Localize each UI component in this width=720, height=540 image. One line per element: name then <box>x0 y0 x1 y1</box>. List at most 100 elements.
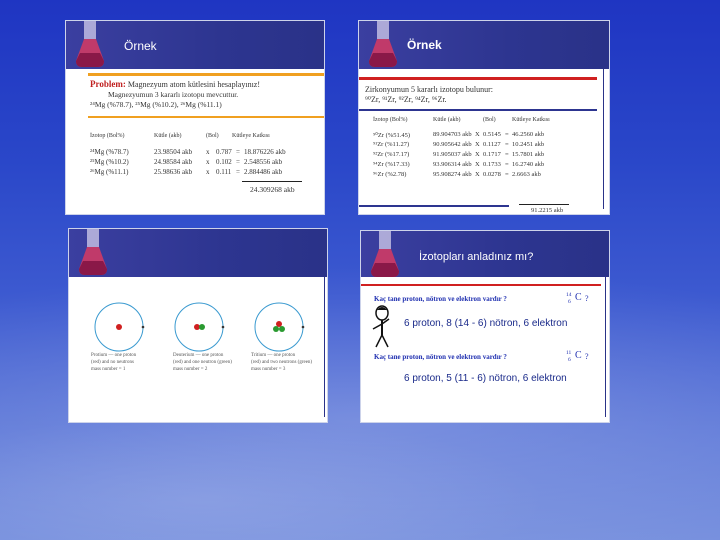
protium-atom <box>94 302 145 352</box>
deuterium-atom <box>174 302 225 352</box>
row-contribution: 46.2560 akb <box>512 131 545 138</box>
accent-line-red <box>361 284 601 286</box>
row-abundance: 0.102 <box>216 158 232 166</box>
question-mark: ? <box>585 352 589 361</box>
side-rule <box>605 277 606 417</box>
row-eq: = <box>236 168 240 176</box>
row-contribution: 18.876226 akb <box>244 148 286 156</box>
total-value: 91.2215 akb <box>531 207 564 214</box>
row-isotope: ⁹¹Zr (%11.27) <box>373 141 410 148</box>
sum-rule <box>519 204 569 205</box>
row-mass: 25.98636 akb <box>154 168 193 176</box>
caption-line: Tritium — one proton <box>251 353 296 358</box>
row-contribution: 2.6663 akb <box>512 171 541 178</box>
slide-thumbnail-4[interactable]: İzotopları anladınız mı? Kaç tane proton… <box>360 230 610 423</box>
flask-icon <box>79 229 107 275</box>
table-header-abundance: (Bol) <box>483 117 496 123</box>
problem-line-2: Magnezyumun 3 kararlı izotopu mevcuttur. <box>108 90 239 99</box>
atomic-number: 6 <box>568 357 571 363</box>
table-header-isotope: İzotop (Bol%) <box>90 133 125 139</box>
row-mass: 95.908274 akb <box>433 171 472 178</box>
row-op: x <box>206 168 210 176</box>
row-isotope: ²⁴Mg (%78.7) <box>90 148 129 156</box>
row-abundance: 0.5145 <box>483 131 501 138</box>
flask-icon <box>369 21 397 67</box>
table-header-isotope: İzotop (Bol%) <box>373 117 408 123</box>
row-abundance: 0.1127 <box>483 141 501 148</box>
slide-header <box>69 229 327 277</box>
row-abundance: 0.111 <box>216 168 232 176</box>
accent-line-2 <box>88 116 324 118</box>
row-contribution: 2.548556 akb <box>244 158 283 166</box>
accent-line-blue <box>359 109 597 111</box>
caption-line: mass number = 3 <box>251 367 286 372</box>
slide-thumbnail-2[interactable]: Örnek Zirkonyumun 5 kararlı izotopu bulu… <box>358 20 610 215</box>
row-contribution: 16.2740 akb <box>512 161 545 168</box>
row-op: X <box>475 141 480 148</box>
accent-line <box>88 73 324 76</box>
row-mass: 24.98584 akb <box>154 158 193 166</box>
slide-thumbnail-1[interactable]: Örnek Problem: Magnezyum atom kütlesini … <box>65 20 325 215</box>
row-abundance: 0.0278 <box>483 171 501 178</box>
row-eq: = <box>505 141 509 148</box>
row-eq: = <box>505 171 509 178</box>
caption-line: Protium — one proton <box>91 353 137 358</box>
row-abundance: 0.1733 <box>483 161 501 168</box>
row-mass: 89.904703 akb <box>433 131 472 138</box>
row-contribution: 15.7801 akb <box>512 151 545 158</box>
sum-rule <box>242 181 302 182</box>
caption-line: mass number = 1 <box>91 367 126 372</box>
problem-text: Magnezyum atom kütlesini hesaplayınız! <box>127 80 261 89</box>
row-eq: = <box>236 158 240 166</box>
row-op: X <box>475 171 480 178</box>
total-value: 24.309268 akb <box>250 185 295 194</box>
row-isotope: ²⁶Mg (%11.1) <box>90 168 129 176</box>
table-header-contribution: Kütleye Katkısı <box>232 133 270 139</box>
caption-line: (red) and one neutron (green) <box>173 360 232 365</box>
caption-line: (red) and no neutrons <box>91 360 134 365</box>
row-op: X <box>475 131 480 138</box>
question-1: Kaç tane proton, nötron ve elektron vard… <box>374 295 507 303</box>
problem-line-3: ²⁴Mg (%78.7), ²⁵Mg (%10.2), ²⁶Mg (%11.1) <box>90 100 222 109</box>
table-header-mass: Kütle (akb) <box>154 133 182 139</box>
row-op: x <box>206 158 210 166</box>
row-op: X <box>475 151 480 158</box>
table-header-abundance: (Bol) <box>206 133 219 139</box>
side-rule <box>603 69 604 209</box>
row-contribution: 2.884486 akb <box>244 168 283 176</box>
thinking-person-icon <box>372 305 390 348</box>
mass-number: 14 <box>566 292 572 298</box>
row-isotope: ⁹⁰Zr (%51.45) <box>373 132 411 139</box>
slide-header: Örnek <box>66 21 324 69</box>
caption-line: mass number = 2 <box>173 367 208 372</box>
element-symbol: C <box>575 292 582 303</box>
row-eq: = <box>236 148 240 156</box>
problem-label: Problem: <box>90 79 126 89</box>
slide-header: İzotopları anladınız mı? <box>361 231 609 277</box>
row-isotope: ⁹⁴Zr (%17.33) <box>373 161 410 168</box>
row-isotope: ²⁵Mg (%10.2) <box>90 158 129 166</box>
row-mass: 23.98504 akb <box>154 148 193 156</box>
isotopes-list: ⁹⁰Zr, ⁹¹Zr, ⁹²Zr, ⁹⁴Zr, ⁹⁶Zr. <box>365 95 447 104</box>
slide-thumbnail-3[interactable]: Protium — one proton (red) and no neutro… <box>68 228 328 423</box>
row-abundance: 0.787 <box>216 148 232 156</box>
row-eq: = <box>505 151 509 158</box>
atomic-number: 6 <box>568 299 571 305</box>
flask-icon <box>371 231 399 277</box>
caption-line: (red) and two neutrons (green) <box>251 360 313 365</box>
accent-line-red <box>359 77 597 80</box>
answer-1: 6 proton, 8 (14 - 6) nötron, 6 elektron <box>404 318 568 329</box>
row-mass: 90.905642 akb <box>433 141 472 148</box>
row-eq: = <box>505 161 509 168</box>
row-abundance: 0.1717 <box>483 151 501 158</box>
intro-text: Zirkonyumun 5 kararlı izotopu bulunur: <box>365 85 493 94</box>
slide-title: Örnek <box>124 39 157 53</box>
row-contribution: 10.2451 akb <box>512 141 545 148</box>
slide-title: İzotopları anladınız mı? <box>419 251 534 263</box>
caption-line: Deuterium — one proton <box>173 353 224 358</box>
bottom-line-blue <box>359 205 509 207</box>
row-isotope: ⁹²Zr (%17.17) <box>373 151 410 158</box>
row-isotope: ⁹⁶Zr (%2.78) <box>373 171 407 178</box>
question-mark: ? <box>585 294 589 303</box>
tritium-atom <box>254 302 305 352</box>
